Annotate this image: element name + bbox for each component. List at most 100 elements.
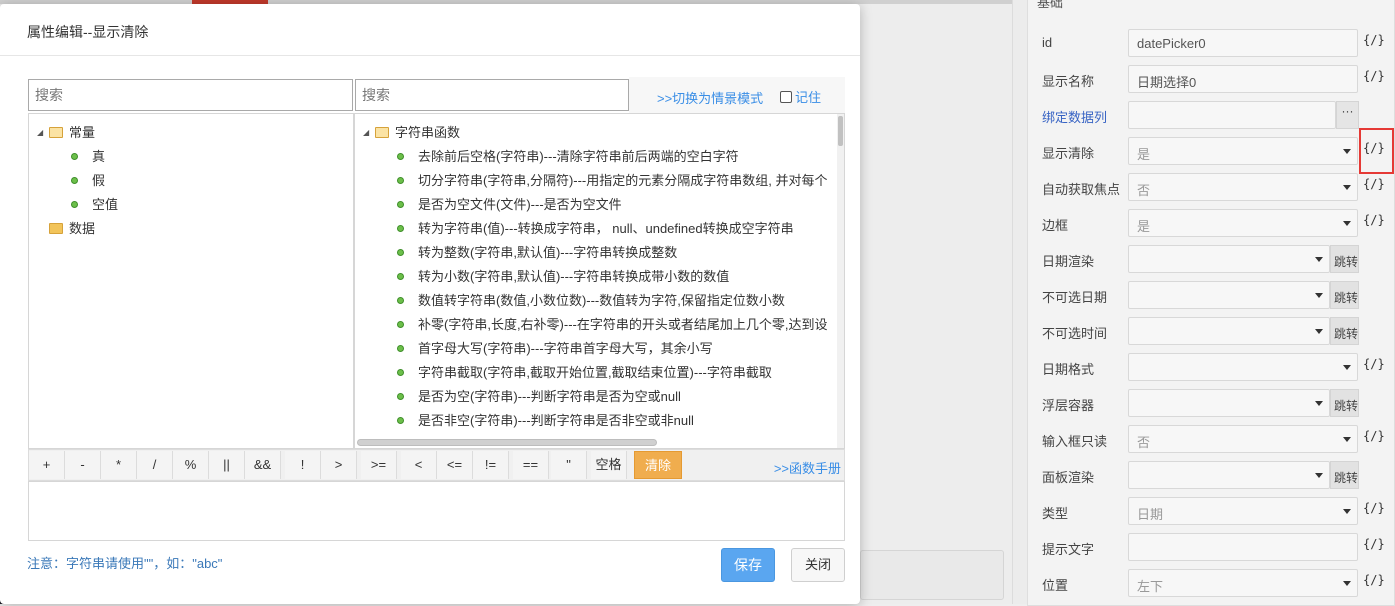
expression-icon[interactable]: {/} — [1363, 177, 1385, 191]
expression-icon[interactable]: {/} — [1363, 69, 1385, 83]
expression-icon[interactable]: {/} — [1363, 573, 1385, 587]
function-item[interactable]: 转为字符串(值)---转换成字符串， null、undefined转换成空字符串 — [397, 218, 794, 240]
operator-multiply-button[interactable]: * — [101, 451, 137, 479]
more-button[interactable]: ··· — [1336, 101, 1359, 129]
function-item[interactable]: 转为小数(字符串,默认值)---字符串转换成带小数的数值 — [397, 266, 729, 288]
search-input-right[interactable] — [355, 79, 629, 111]
function-item[interactable]: 补零(字符串,长度,右补零)---在字符串的开头或者结尾加上几个零,达到设 — [397, 314, 827, 336]
vertical-scrollbar[interactable] — [837, 114, 844, 448]
remember-checkbox[interactable]: 记住 — [780, 87, 821, 106]
operator-or-button[interactable]: || — [209, 451, 245, 479]
operator-divide-button[interactable]: / — [137, 451, 173, 479]
jump-button[interactable]: 跳转 — [1330, 245, 1359, 273]
tree-leaf-null[interactable]: 空值 — [71, 194, 118, 216]
function-manual-link[interactable]: >>函数手册 — [774, 458, 841, 477]
display-name-field[interactable]: 日期选择0 — [1128, 65, 1358, 93]
leaf-dot-icon — [397, 273, 404, 280]
select-value: 否 — [1137, 183, 1151, 198]
date-render-select[interactable] — [1128, 245, 1330, 273]
save-button[interactable]: 保存 — [721, 548, 775, 582]
position-select[interactable]: 左下 — [1128, 569, 1358, 597]
operator-quote-button[interactable]: " — [551, 451, 587, 479]
chevron-down-icon — [1315, 293, 1323, 298]
expand-arrow-icon[interactable]: ◢ — [363, 128, 375, 137]
folder-icon — [49, 223, 63, 234]
jump-button[interactable]: 跳转 — [1330, 389, 1359, 417]
horizontal-scrollbar[interactable] — [357, 439, 657, 446]
placeholder-field[interactable] — [1128, 533, 1358, 561]
leaf-dot-icon — [397, 249, 404, 256]
function-label: 补零(字符串,长度,右补零)---在字符串的开头或者结尾加上几个零,达到设 — [418, 317, 828, 332]
search-input-left[interactable] — [28, 79, 353, 111]
prop-label: 输入框只读 — [1042, 434, 1108, 449]
function-item[interactable]: 是否为空(字符串)---判断字符串是否为空或null — [397, 386, 681, 408]
function-item[interactable]: 转为整数(字符串,默认值)---字符串转换成整数 — [397, 242, 677, 264]
prop-row-position: 位置 左下 {/} — [1027, 566, 1395, 602]
function-label: 数值转字符串(数值,小数位数)---数值转为字符,保留指定位数小数 — [418, 293, 785, 308]
dialog-title: 属性编辑--显示清除 — [27, 24, 149, 40]
operator-gt-button[interactable]: > — [321, 451, 357, 479]
function-item[interactable]: 数值转字符串(数值,小数位数)---数值转为字符,保留指定位数小数 — [397, 290, 785, 312]
operator-minus-button[interactable]: - — [65, 451, 101, 479]
prop-label: 不可选时间 — [1042, 326, 1108, 341]
function-label: 是否为空文件(文件)---是否为空文件 — [418, 197, 622, 212]
id-field[interactable]: datePicker0 — [1128, 29, 1358, 57]
close-button[interactable]: 关闭 — [791, 548, 845, 582]
function-item[interactable]: 切分字符串(字符串,分隔符)---用指定的元素分隔成字符串数组, 并对每个 — [397, 170, 827, 192]
operator-space-button[interactable]: 空格 — [591, 451, 627, 479]
switch-mode-link[interactable]: >>切换为情景模式 — [657, 88, 763, 107]
tree-leaf-true[interactable]: 真 — [71, 146, 105, 168]
function-item[interactable]: 字符串截取(字符串,截取开始位置,截取结束位置)---字符串截取 — [397, 362, 772, 384]
chevron-down-icon — [1343, 581, 1351, 586]
function-item[interactable]: 首字母大写(字符串)---字符串首字母大写，其余小写 — [397, 338, 713, 360]
tree-node-string-functions[interactable]: ◢ 字符串函数 — [363, 122, 460, 144]
function-item[interactable]: 是否为空文件(文件)---是否为空文件 — [397, 194, 622, 216]
border-select[interactable]: 是 — [1128, 209, 1358, 237]
jump-button[interactable]: 跳转 — [1330, 317, 1359, 345]
operator-plus-button[interactable]: + — [29, 451, 65, 479]
prop-label-link[interactable]: 绑定数据列 — [1042, 107, 1107, 126]
expression-icon[interactable]: {/} — [1363, 357, 1385, 371]
operator-and-button[interactable]: && — [245, 451, 281, 479]
function-item[interactable]: 去除前后空格(字符串)---清除字符串前后两端的空白字符 — [397, 146, 739, 168]
popup-container-select[interactable] — [1128, 389, 1330, 417]
operator-gte-button[interactable]: >= — [361, 451, 397, 479]
prop-row-disabled-date: 不可选日期 跳转 — [1027, 278, 1395, 314]
input-readonly-select[interactable]: 否 — [1128, 425, 1358, 453]
function-label: 是否为空(字符串)---判断字符串是否为空或null — [418, 389, 681, 404]
type-select[interactable]: 日期 — [1128, 497, 1358, 525]
disabled-date-select[interactable] — [1128, 281, 1330, 309]
autofocus-select[interactable]: 否 — [1128, 173, 1358, 201]
operator-not-button[interactable]: ! — [285, 451, 321, 479]
scrollbar-thumb[interactable] — [838, 116, 843, 146]
jump-button[interactable]: 跳转 — [1330, 461, 1359, 489]
prop-label: 边框 — [1042, 218, 1069, 233]
date-format-select[interactable] — [1128, 353, 1358, 381]
expression-icon[interactable]: {/} — [1363, 429, 1385, 443]
panel-render-select[interactable] — [1128, 461, 1330, 489]
clear-button[interactable]: 清除 — [634, 451, 682, 479]
expression-icon[interactable]: {/} — [1363, 501, 1385, 515]
operator-neq-button[interactable]: != — [473, 451, 509, 479]
tree-leaf-false[interactable]: 假 — [71, 170, 105, 192]
bind-column-field[interactable] — [1128, 101, 1336, 129]
function-item[interactable]: 是否非空(字符串)---判断字符串是否非空或非null — [397, 410, 694, 432]
operator-lte-button[interactable]: <= — [437, 451, 473, 479]
prop-row-show-clear: 显示清除 是 {/} — [1027, 134, 1395, 170]
expression-icon[interactable]: {/} — [1363, 537, 1385, 551]
checkbox-icon[interactable] — [780, 91, 792, 103]
tree-leaf-label: 假 — [92, 173, 106, 188]
operator-mod-button[interactable]: % — [173, 451, 209, 479]
jump-button[interactable]: 跳转 — [1330, 281, 1359, 309]
expression-icon[interactable]: {/} — [1363, 213, 1385, 227]
chevron-down-icon — [1343, 437, 1351, 442]
show-clear-select[interactable]: 是 — [1128, 137, 1358, 165]
operator-lt-button[interactable]: < — [401, 451, 437, 479]
tree-node-constants[interactable]: ◢ 常量 — [37, 122, 95, 144]
expand-arrow-icon[interactable]: ◢ — [37, 128, 49, 137]
expression-editor[interactable] — [28, 481, 845, 541]
tree-node-data[interactable]: 数据 — [49, 218, 95, 240]
disabled-time-select[interactable] — [1128, 317, 1330, 345]
expression-icon[interactable]: {/} — [1363, 33, 1385, 47]
operator-eq-button[interactable]: == — [513, 451, 549, 479]
